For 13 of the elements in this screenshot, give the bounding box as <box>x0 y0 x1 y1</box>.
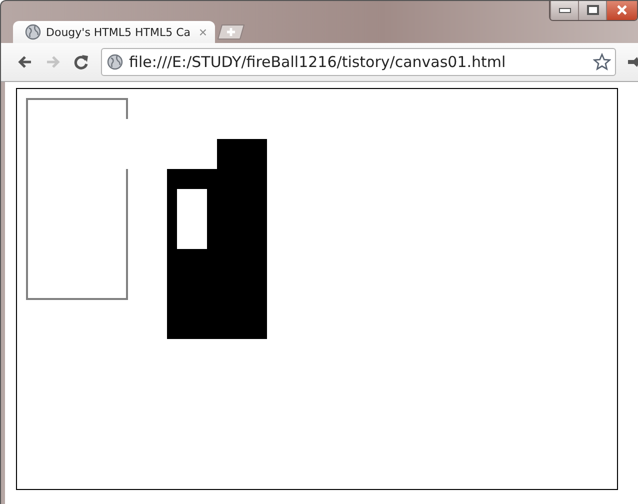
close-icon[interactable] <box>606 1 637 20</box>
new-tab-icon[interactable] <box>217 24 245 40</box>
url-text: file:///E:/STUDY/fireBall1216/tistory/canvas01.html <box>129 53 507 71</box>
address-field[interactable]: file:///E:/STUDY/fireBall1216/tistory/canvas01.html <box>101 48 616 76</box>
maximize-icon[interactable] <box>578 1 606 20</box>
minimize-icon[interactable] <box>550 1 578 20</box>
star-icon[interactable] <box>593 53 611 71</box>
reload-icon[interactable] <box>73 54 89 70</box>
globe-icon <box>107 54 123 70</box>
browser-tab[interactable]: Dougy's HTML5 HTML5 Ca × <box>13 21 215 43</box>
globe-icon <box>25 24 41 40</box>
tab-title: Dougy's HTML5 HTML5 Ca <box>46 26 192 38</box>
back-icon[interactable] <box>17 54 33 70</box>
